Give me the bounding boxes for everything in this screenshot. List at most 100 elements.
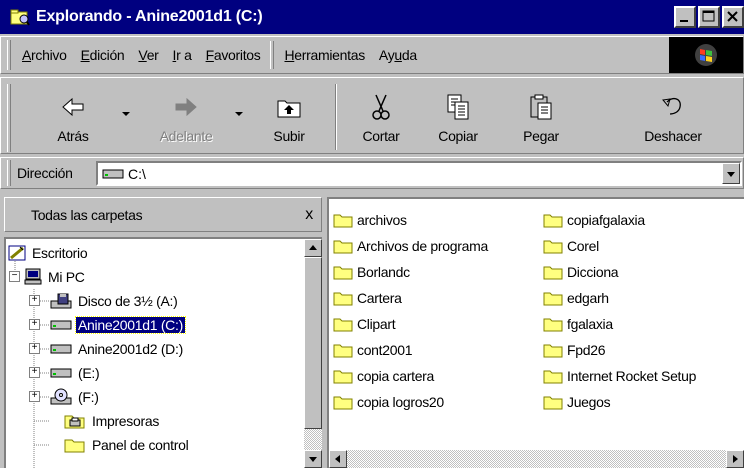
paste-button[interactable]: Pegar [509,86,573,150]
list-item[interactable]: Fpd26 [543,339,606,361]
tree-item-drive-d[interactable]: Anine2001d2 (D:) [50,337,185,361]
tree-item-impresoras[interactable]: Impresoras [64,409,161,433]
menu-herramientas[interactable]: Herramientas [277,47,371,63]
list-item[interactable]: copia cartera [333,365,434,387]
list-item[interactable]: Clipart [333,313,396,335]
control-panel-icon [64,436,86,454]
hard-drive-icon [50,366,72,380]
forward-dropdown-arrow[interactable] [235,112,243,116]
folders-pane: Todas las carpetas x Escritorio − Mi PC … [4,197,322,468]
up-arrow-icon [309,245,317,250]
folder-tree[interactable]: Escritorio − Mi PC + Disco de 3½ (A:) + [4,237,322,468]
cd-drive-icon [50,388,72,406]
cut-button[interactable]: Cortar [349,86,413,150]
list-item[interactable]: fgalaxia [543,313,613,335]
maximize-button[interactable] [698,6,720,28]
expand-e-drive-toggle[interactable]: + [29,367,40,378]
folder-icon [333,212,353,228]
list-item[interactable]: Internet Rocket Setup [543,365,696,387]
expand-floppy-toggle[interactable]: + [29,295,40,306]
forward-arrow-icon [171,92,201,122]
list-item[interactable]: edgarh [543,287,609,309]
window-controls [674,6,744,28]
forward-button[interactable]: Adelante [147,86,225,150]
tree-item-drive-e[interactable]: (E:) [50,361,101,385]
scroll-thumb[interactable] [304,257,322,429]
left-arrow-icon [335,455,340,463]
standard-toolbar: Atrás Adelante Subir Cortar Copiar Pegar… [0,77,744,154]
folder-icon [543,368,563,384]
list-item[interactable]: Cartera [333,287,402,309]
printers-folder-icon [64,412,86,430]
toolbar-separator [335,84,337,150]
folder-icon [543,290,563,306]
scroll-left-button[interactable] [329,450,347,468]
copy-icon [443,92,473,122]
tree-item-panel-de-control[interactable]: Panel de control [64,433,190,457]
folder-icon [543,238,563,254]
menubar-grip[interactable] [7,40,11,70]
list-item[interactable]: copiafgalaxia [543,209,645,231]
back-button[interactable]: Atrás [41,86,105,150]
folder-icon [333,290,353,306]
up-folder-icon [274,92,304,122]
down-arrow-icon [309,457,317,462]
minimize-button[interactable] [674,6,696,28]
menu-ayuda[interactable]: Ayuda [372,47,424,63]
tree-item-escritorio[interactable]: Escritorio [8,241,89,265]
list-item[interactable]: cont2001 [333,339,413,361]
list-item[interactable]: archivos [333,209,407,231]
up-button[interactable]: Subir [259,86,319,150]
list-item[interactable]: Corel [543,235,599,257]
folders-pane-title: Todas las carpetas [31,206,143,223]
folders-pane-header: Todas las carpetas x [4,197,322,232]
menu-bar: Archivo Edición Ver Ir a Favoritos Herra… [0,36,744,74]
list-item[interactable]: Juegos [543,391,611,413]
toolbar-grip[interactable] [7,84,11,152]
expand-c-drive-toggle[interactable]: + [29,319,40,330]
menu-ver[interactable]: Ver [131,47,165,63]
menu-favoritos[interactable]: Favoritos [199,47,268,63]
back-dropdown-arrow[interactable] [122,112,130,116]
list-item[interactable]: Archivos de programa [333,235,488,257]
undo-icon [658,92,688,122]
floppy-drive-icon [50,292,72,310]
tree-item-floppy-a[interactable]: Disco de 3½ (A:) [50,289,179,313]
menu-archivo[interactable]: Archivo [15,47,74,63]
addressbar-grip[interactable] [7,160,11,186]
right-arrow-icon [733,455,738,463]
list-item[interactable]: Borlandc [333,261,410,283]
menu-edicion[interactable]: Edición [74,47,132,63]
folder-icon [333,342,353,358]
expand-d-drive-toggle[interactable]: + [29,343,40,354]
file-list-hscrollbar[interactable] [329,450,744,468]
list-item[interactable]: copia logros20 [333,391,444,413]
folder-icon [543,316,563,332]
folder-tree-vscrollbar[interactable] [304,239,322,468]
back-arrow-icon [58,92,88,122]
address-dropdown-button[interactable] [722,163,740,184]
windows-logo [669,37,743,73]
window-title: Explorando - Anine2001d1 (C:) [36,8,263,25]
scroll-right-button[interactable] [726,450,744,468]
folder-icon [333,264,353,280]
folder-icon [333,368,353,384]
my-computer-icon [24,268,42,286]
title-bar[interactable]: Explorando - Anine2001d1 (C:) [0,0,744,34]
menu-ir-a[interactable]: Ir a [166,47,199,63]
close-button[interactable] [722,6,744,28]
file-list-pane[interactable]: archivos Archivos de programa Borlandc C… [327,197,744,468]
address-input[interactable]: C:\ [96,161,742,186]
close-pane-button[interactable]: x [305,206,313,224]
undo-button[interactable]: Deshacer [631,86,715,150]
folder-icon [333,316,353,332]
copy-button[interactable]: Copiar [425,86,491,150]
tree-item-mi-pc[interactable]: Mi PC [24,265,87,289]
tree-item-drive-f[interactable]: (F:) [50,385,101,409]
scroll-down-button[interactable] [304,450,322,468]
collapse-mi-pc-toggle[interactable]: − [9,271,20,282]
scroll-up-button[interactable] [304,239,322,257]
list-item[interactable]: Dicciona [543,261,619,283]
expand-f-drive-toggle[interactable]: + [29,391,40,402]
tree-item-drive-c[interactable]: Anine2001d1 (C:) [50,313,186,337]
